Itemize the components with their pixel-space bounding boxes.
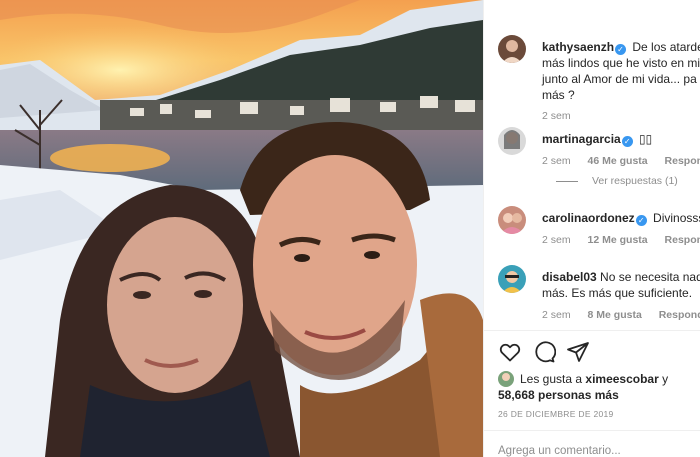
comment-likes[interactable]: 12 Me gusta [588,234,648,246]
comment-icon[interactable] [532,340,556,364]
likes-conj: y [662,372,669,386]
add-comment-input[interactable]: Agrega un comentario... [498,445,621,457]
comment-time[interactable]: 2 sem [542,309,571,321]
post-side-panel: kathysaenzh✓ De los atardec más lindos q… [483,0,700,457]
reply-button[interactable]: Responder [665,234,700,246]
liker-username[interactable]: ximeescobar [585,372,658,386]
comment-body: ▯▯ [639,132,653,146]
avatar[interactable] [498,127,526,155]
comment-username[interactable]: kathysaenzh [542,40,614,54]
view-replies-button[interactable]: Ver respuestas (1) [556,175,678,187]
avatar[interactable] [498,35,526,63]
comment-username[interactable]: martinagarcia [542,132,621,146]
post-photo-scene [0,0,483,457]
comment-text: disabel03 No se necesita nad más. Es más… [542,269,700,301]
reply-button[interactable]: Responder [659,309,700,321]
avatar[interactable] [498,206,526,234]
likes-summary: Les gusta a ximeescobar y 58,668 persona… [498,371,668,403]
comment-time[interactable]: 2 sem [542,155,571,167]
avatar-image [504,130,520,149]
view-replies-label: Ver respuestas (1) [592,175,678,187]
comment-line: No se necesita nad [600,270,700,284]
section-divider [484,430,700,431]
avatar-image [502,271,522,293]
comment-text: carolinaordonez ✓ Divinosss [542,210,700,226]
likes-prefix: Les gusta a [520,372,583,386]
comment-line: De los atardec [632,40,700,54]
comment-line: más lindos que he visto en mi [542,56,700,70]
comment-line: más. Es más que suficiente. [542,286,693,300]
comment-likes[interactable]: 8 Me gusta [588,309,642,321]
avatar-image [500,213,524,234]
comment-line: más ? [542,88,575,102]
section-divider [484,330,700,331]
post-date[interactable]: 26 DE DICIEMBRE DE 2019 [498,409,614,419]
verified-badge-icon: ✓ [621,136,633,147]
comment-username[interactable]: carolinaordonez [542,211,635,225]
liker-avatar-image [498,371,514,387]
comment-time[interactable]: 2 sem [542,234,571,246]
comment-meta: 2 sem 8 Me gusta Responder [542,309,700,321]
avatar-image [502,40,522,63]
likes-count[interactable]: 58,668 personas más [498,388,619,402]
share-icon[interactable] [566,340,590,364]
comment-meta: 2 sem 46 Me gusta Responder [542,155,700,167]
verified-badge-icon: ✓ [635,215,647,226]
avatar[interactable] [498,265,526,293]
comment-line: junto al Amor de mi vida... pa [542,72,697,86]
comment-time[interactable]: 2 sem [542,110,571,122]
comment-body: Divinosss [653,211,700,225]
heart-icon[interactable] [498,340,522,364]
liker-avatar[interactable] [498,371,514,387]
comment-text: martinagarcia ✓ ▯▯ [542,131,700,147]
post-photo[interactable] [0,0,483,457]
verified-badge-icon: ✓ [615,44,627,55]
comment-meta: 2 sem 12 Me gusta Responder [542,234,700,246]
replies-divider [556,180,578,182]
reply-button[interactable]: Responder [665,155,700,167]
comment-meta: 2 sem [542,110,585,122]
comment-text: kathysaenzh✓ De los atardec más lindos q… [542,39,700,103]
comment-likes[interactable]: 46 Me gusta [588,155,648,167]
comment-username[interactable]: disabel03 [542,270,597,284]
